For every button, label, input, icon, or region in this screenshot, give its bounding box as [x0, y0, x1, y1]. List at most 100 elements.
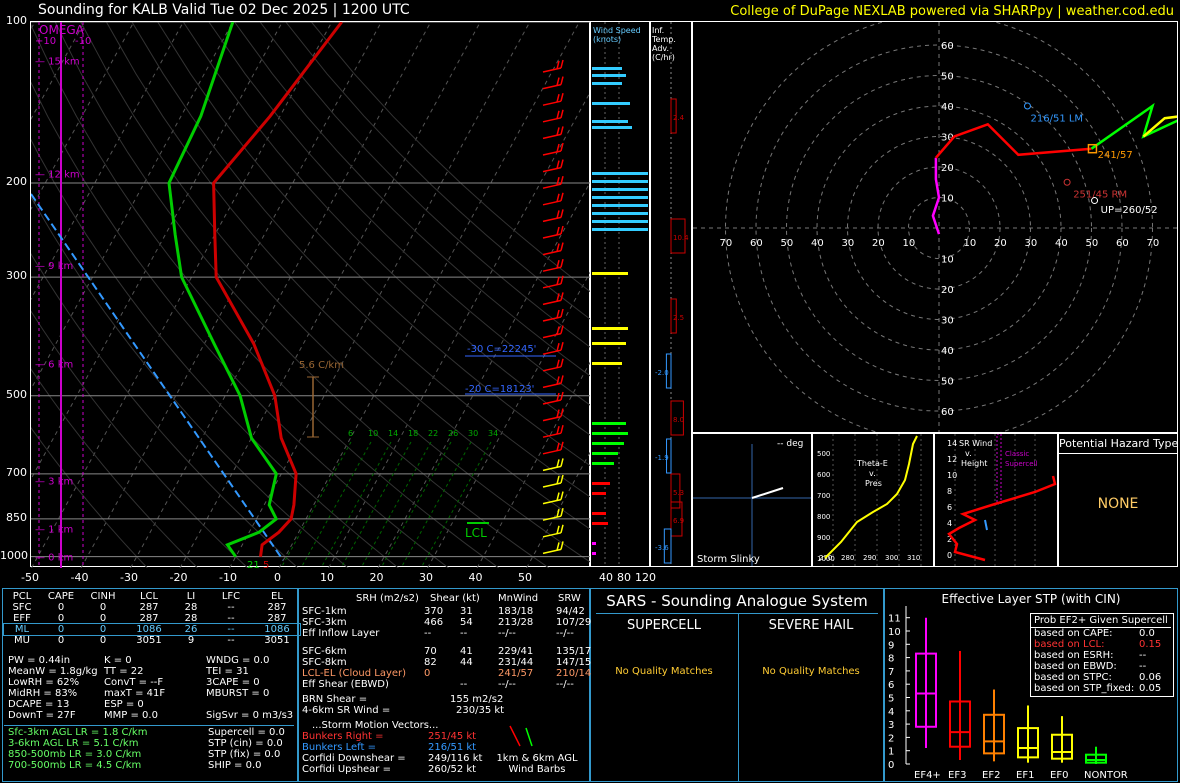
- theta-title: Theta-E: [856, 459, 888, 468]
- parcel-cell: --: [227, 635, 235, 646]
- stp-ytick: 0: [888, 760, 894, 771]
- stp-ytick: 2: [888, 733, 894, 744]
- wind-speed-bar: [592, 204, 648, 207]
- stp-ytick: 3: [888, 720, 894, 731]
- mixing-ratio-label: 22: [428, 429, 438, 438]
- wind-barb: [542, 100, 562, 106]
- kin-mnwind: --/--: [498, 628, 516, 639]
- hodo-trace-0-3: [931, 157, 941, 235]
- kin-storm-label: Corfidi Downshear =: [302, 753, 406, 764]
- hodo-xtick: 70: [1147, 238, 1160, 249]
- kin-row-label: SFC-6km: [302, 646, 347, 657]
- wind-barb: [560, 59, 564, 69]
- sars-vdivider: [738, 613, 739, 781]
- stp-box-value: 0.05: [1139, 683, 1162, 694]
- stp-box-value: 0.06: [1139, 672, 1162, 683]
- hodo-ring: [847, 136, 1031, 320]
- composite-index: STP (fix) = 0.0: [208, 749, 281, 760]
- stp-ytick: 6: [888, 680, 894, 691]
- kin-mnwind: 183/18: [498, 606, 534, 617]
- adv-label: 8.0: [673, 416, 684, 424]
- wind-barb: [560, 109, 564, 118]
- hodo-xtick: 60: [1116, 238, 1129, 249]
- wind-barb: [542, 233, 562, 239]
- parcel-cell: 0: [57, 635, 65, 646]
- kin-storm-header: ...Storm Motion Vectors...: [312, 720, 439, 731]
- mixing-ratio-label: 6: [348, 429, 353, 438]
- kin-mnwind: --/--: [498, 679, 516, 690]
- index-value: TEI = 31: [206, 666, 249, 677]
- index-value: K = 0: [104, 655, 132, 666]
- parcel-cell: 28: [184, 602, 198, 613]
- hodo-xtick: 50: [781, 238, 794, 249]
- slinky-deg: -- deg: [777, 439, 803, 449]
- stp-box-value: --: [1139, 650, 1147, 661]
- temp-tick: 30: [419, 571, 433, 584]
- index-value: MMP = 0.0: [104, 710, 158, 721]
- kin-srw: --/--: [556, 628, 574, 639]
- stp-box-value: --: [1139, 661, 1147, 672]
- lapse-label: 5.6 C/km: [299, 360, 344, 371]
- parcel-header: EL: [271, 591, 283, 602]
- parcel-row[interactable]: ML 0 0 1086 26 -- 1086: [3, 623, 301, 636]
- kin-row-label: Eff Inflow Layer: [302, 628, 380, 639]
- srw-label: Supercell: [1005, 460, 1037, 468]
- parcel-header: CINH: [90, 591, 116, 602]
- hodograph-panel: 70 60 50 40 30 20 10 10 20 30 40 50 60 70 60 50 40 30 20 10…: [692, 14, 1180, 442]
- srw-ytick: 4: [947, 519, 952, 528]
- stp-title: Effective Layer STP (with CIN): [941, 592, 1121, 606]
- lapse-rate: 700-500mb LR = 4.5 C/km: [8, 760, 142, 771]
- wind-speed-bar: [592, 126, 632, 129]
- index-value: SigSvr = 0 m3/s3: [206, 710, 294, 721]
- wind-barb: [542, 366, 562, 372]
- page-title: Sounding for KALB Valid Tue 02 Dec 2025 …: [38, 2, 410, 18]
- parcel-row[interactable]: SFC 0 0 287 28 -- 287: [4, 602, 300, 613]
- parcel-cell: MU: [14, 635, 30, 646]
- parcel-row[interactable]: MU 0 0 3051 9 -- 3051: [4, 635, 300, 646]
- index-value: TT = 22: [104, 666, 144, 677]
- parcel-cell: 0: [57, 613, 65, 624]
- hodo-up-label: UP=260/52: [1101, 205, 1158, 216]
- parcel-row[interactable]: EFF 0 0 287 28 -- 287: [4, 613, 300, 624]
- hodo-xtick: 40: [1055, 238, 1068, 249]
- hodo-rm-marker: [1063, 178, 1071, 186]
- index-value: ConvT = --F: [104, 677, 164, 688]
- wind-speed-tick: 40: [599, 571, 613, 584]
- hodo-ytick: 60: [941, 407, 954, 418]
- stp-box-title: Prob EF2+ Given Supercell: [1034, 615, 1168, 626]
- kin-storm-label: Bunkers Left =: [302, 742, 376, 753]
- stp-ytick: 7: [888, 667, 894, 678]
- dry-adiabat: [157, 21, 751, 569]
- wind-speed-bar: [592, 452, 618, 455]
- stp-box-label: based on STP_fixed:: [1034, 683, 1135, 694]
- sars-title: SARS - Sounding Analogue System: [606, 592, 868, 610]
- parcel-cell: 3051: [136, 635, 162, 646]
- stp-category: EF2: [982, 770, 1000, 781]
- wind-barb: [560, 209, 564, 218]
- composite-index: STP (cin) = 0.0: [208, 738, 283, 749]
- theta-xtick: 300: [885, 554, 898, 562]
- mixing-ratio-label: 34: [488, 429, 498, 438]
- parcel-cell: 0: [57, 624, 65, 635]
- temperature-trace: [212, 21, 343, 557]
- wind-barb: [542, 332, 562, 339]
- kin-srw: 210/14: [556, 668, 592, 679]
- wind-barb: [542, 200, 562, 206]
- temp-tick: 50: [518, 571, 532, 584]
- index-value: DownT = 27F: [8, 710, 76, 721]
- kin-row-label: SFC-8km: [302, 657, 347, 668]
- hodo-lm-label: 216/51 LM: [1031, 113, 1084, 124]
- wind-barb: [542, 183, 562, 189]
- adv-label: 10.4: [673, 234, 689, 242]
- temp-tick: -40: [70, 571, 89, 584]
- wind-barb: [560, 93, 564, 102]
- wind-speed-bar: [592, 462, 614, 465]
- wind-speed-bar: [592, 228, 648, 231]
- index-value: MidRH = 83%: [8, 688, 78, 699]
- lapse-rate: 3-6km AGL LR = 5.1 C/km: [8, 738, 139, 749]
- theta-title: Pres: [865, 479, 882, 488]
- sars-supercell-title: SUPERCELL: [627, 618, 701, 633]
- theta-xtick: 290: [863, 554, 876, 562]
- kin-shear: 31: [460, 606, 473, 617]
- hodo-xtick: 40: [811, 238, 824, 249]
